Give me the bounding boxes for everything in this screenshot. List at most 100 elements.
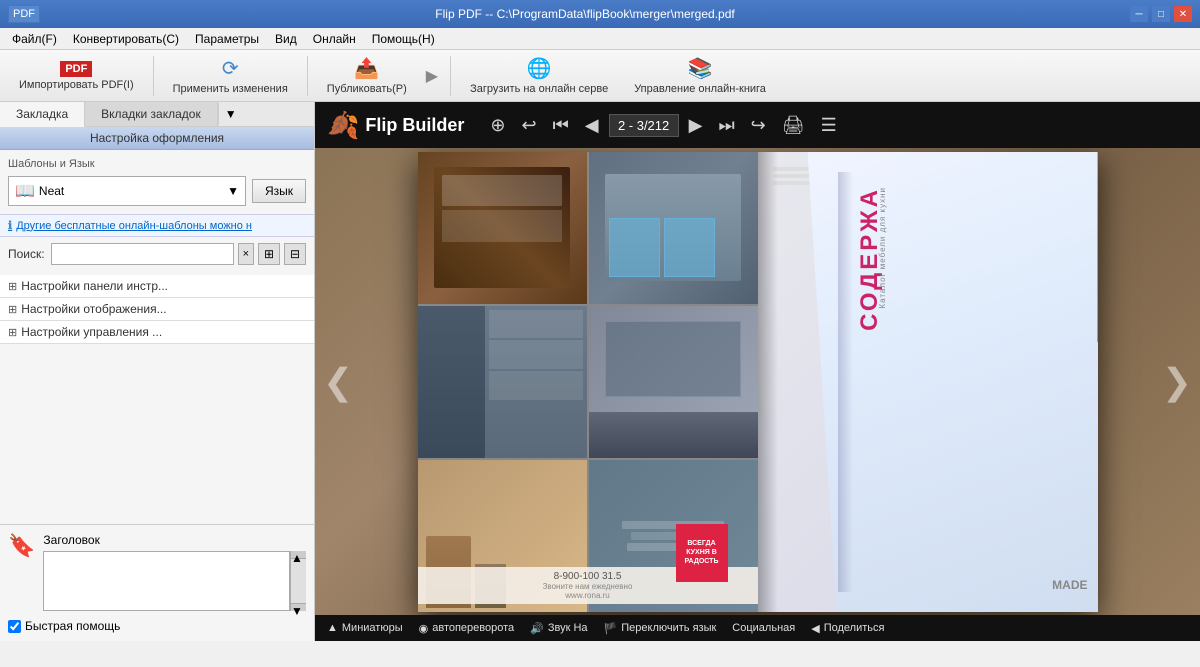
search-label: Поиск: [8,247,45,261]
menu-file[interactable]: Файл(F) [4,30,65,48]
scroll-up-btn[interactable]: ▲ [291,551,306,559]
window-title: Flip PDF -- C:\ProgramData\flipBook\merg… [40,7,1130,21]
template-name: Neat [39,184,64,198]
menu-online[interactable]: Онлайн [305,30,364,48]
template-select[interactable]: 📖 Neat ▼ [8,176,246,206]
scroll-down-btn[interactable]: ▼ [291,603,306,611]
publish-button[interactable]: 📤 Публиковать(Р) [316,51,418,100]
menu-view[interactable]: Вид [267,30,305,48]
window-icon: PDF [8,5,40,23]
upload-button[interactable]: 🌐 Загрузить на онлайн серве [459,51,619,100]
nav-left-arrow[interactable]: ❮ [323,361,353,403]
apply-label: Применить изменения [173,83,288,95]
last-page-button[interactable]: ⏭ [712,111,740,140]
templates-label: Шаблоны и Язык [8,158,306,170]
book-icon: 📖 [15,181,35,201]
left-shadow [838,172,853,592]
zagolovok-icon-wrapper: 🔖 [8,533,35,559]
nav-right-arrow[interactable]: ❯ [1162,361,1192,403]
kitchen-image-1 [418,152,587,304]
quick-help-row: Быстрая помощь [8,619,306,633]
zagolovok-icon: 🔖 [8,533,35,559]
share-icon: ◀ [811,622,819,635]
quick-help-label: Быстрая помощь [25,619,120,633]
language-button[interactable]: Язык [252,179,306,203]
turned-page: СОДЕРЖА Каталог мебели для кухни MADE [808,152,1098,612]
toolbar: PDF Импортировать PDF(I) ⟳ Применить изм… [0,50,1200,102]
viewer-bottom-bar: ▲ Миниатюры ◉ автопереворота 🔊 Звук На 🏴… [315,615,1200,641]
book-spread: 8-900-100 31.5 Звоните нам ежедневно www… [418,152,1098,612]
sound-label: Звук На [548,622,588,634]
sound-icon: 🔊 [530,622,544,635]
search-clear-button[interactable]: × [238,243,254,265]
zagolovok-row: 🔖 Заголовок ▲ ▼ [8,533,306,611]
share-button[interactable]: ◀ Поделиться [811,622,884,635]
zoom-in-button[interactable]: ⊕ [484,111,511,140]
autoplay-button[interactable]: ◉ автопереворота [419,622,515,635]
undo-button[interactable]: ↩ [515,111,542,140]
social-button[interactable]: Социальная [732,622,795,634]
prev-page-button[interactable]: ◀ [579,111,605,140]
publish-label: Публиковать(Р) [327,83,407,95]
thumbnails-button[interactable]: ▲ Миниатюры [327,622,403,634]
flip-logo: 🍂 Flip Builder [327,110,464,141]
tab-bookmark[interactable]: Закладка [0,102,85,127]
right-panel: 🍂 Flip Builder ⊕ ↩ ⏮ ◀ 2 - 3/212 ▶ ⏭ ↪ 🖨… [315,102,1200,641]
close-button[interactable]: ✕ [1174,6,1192,22]
settings-item-display[interactable]: ⊞ Настройки отображения... [0,298,314,321]
maximize-button[interactable]: □ [1152,6,1170,22]
manage-button[interactable]: 📚 Управление онлайн-книга [623,51,777,100]
settings-item-toolbar-label: Настройки панели инстр... [21,279,168,293]
tab-bookmark-tabs[interactable]: Вкладки закладок [85,102,218,126]
kitchen-image-3 [418,306,587,458]
minimize-button[interactable]: ─ [1130,6,1148,22]
book-area: ❮ [315,148,1200,615]
language-switch-button[interactable]: 🏴 Переключить язык [604,622,717,635]
upload-label: Загрузить на онлайн серве [470,83,608,95]
social-label: Социальная [732,622,795,634]
quick-help-checkbox[interactable] [8,620,21,633]
expand-icon-controls: ⊞ [8,326,17,339]
tab-dropdown-arrow[interactable]: ▼ [218,103,243,125]
collapse-icon: ⊟ [290,247,300,261]
zagolovok-scrollbar[interactable]: ▲ ▼ [290,551,306,611]
templates-section: Шаблоны и Язык 📖 Neat ▼ Язык [0,150,314,214]
separator1 [153,56,154,96]
page-indicator[interactable]: 2 - 3/212 [609,114,679,137]
import-pdf-button[interactable]: PDF Импортировать PDF(I) [8,56,145,96]
search-collapse-button[interactable]: ⊟ [284,243,306,265]
info-icon: ℹ [8,219,12,232]
dropdown-arrow-icon: ▼ [227,184,239,198]
print-button[interactable]: 🖨 [776,111,811,140]
apply-changes-button[interactable]: ⟳ Применить изменения [162,51,299,100]
menu-viewer-button[interactable]: ☰ [815,111,843,140]
zagolovok-textarea[interactable] [43,551,290,611]
first-page-button[interactable]: ⏮ [547,111,575,140]
manage-icon: 📚 [688,56,713,81]
share-label: Поделиться [824,622,885,634]
search-expand-button[interactable]: ⊞ [258,243,280,265]
import-label: Импортировать PDF(I) [19,79,134,91]
menu-convert[interactable]: Конвертировать(С) [65,30,187,48]
settings-item-toolbar[interactable]: ⊞ Настройки панели инстр... [0,275,314,298]
settings-item-controls[interactable]: ⊞ Настройки управления ... [0,321,314,344]
settings-item-display-label: Настройки отображения... [21,302,166,316]
panel-header: Настройка оформления [0,127,314,150]
left-panel: Закладка Вкладки закладок ▼ Настройка оф… [0,102,315,641]
redo-button[interactable]: ↪ [745,111,772,140]
online-templates-link[interactable]: ℹ Другие бесплатные онлайн-шаблоны можно… [0,214,314,237]
language-icon: 🏴 [604,622,618,635]
menu-help[interactable]: Помощь(Н) [364,30,443,48]
menu-options[interactable]: Параметры [187,30,267,48]
search-input[interactable] [51,243,234,265]
next-page-button[interactable]: ▶ [683,111,709,140]
autoplay-label: автопереворота [432,622,514,634]
sound-button[interactable]: 🔊 Звук На [530,622,587,635]
title-bar: PDF Flip PDF -- C:\ProgramData\flipBook\… [0,0,1200,28]
arrow-icon: ▶ [422,66,442,86]
scroll-track [291,559,306,603]
zagolovok-input-wrapper: ▲ ▼ [43,551,306,611]
vertical-subtitle: Каталог мебели для кухни [878,187,887,309]
separator2 [307,56,308,96]
turned-page-content: СОДЕРЖА Каталог мебели для кухни [838,172,1088,592]
